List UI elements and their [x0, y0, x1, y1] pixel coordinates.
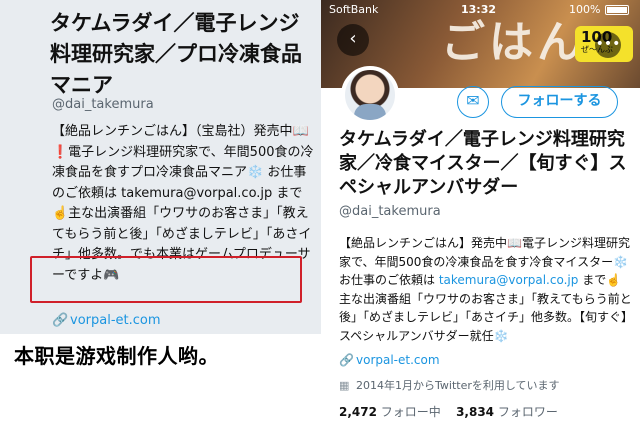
highlight-box — [30, 256, 302, 303]
joined-date: ▦ 2014年1月からTwitterを利用しています — [339, 377, 560, 393]
back-arrow-icon[interactable]: ‹ — [337, 24, 369, 56]
clock: 13:32 — [461, 3, 497, 16]
calendar-icon: ▦ — [339, 379, 350, 392]
follow-button[interactable]: フォローする — [501, 86, 618, 118]
battery-percent: 100% — [569, 3, 601, 16]
followers-label: フォロワー — [497, 405, 558, 419]
following-label: フォロー中 — [380, 405, 441, 419]
profile-link[interactable]: 🔗 vorpal-et.com — [339, 353, 440, 367]
profile-link-text[interactable]: vorpal-et.com — [70, 313, 161, 328]
profile-name: タケムラダイ／電子レンジ料理研究家／プロ冷凍食品マニア — [50, 11, 302, 97]
profile-handle[interactable]: @dai_takemura — [339, 204, 441, 219]
follow-stats: 2,472 フォロー中 3,834 フォロワー — [339, 403, 558, 420]
caption-text: 本职是游戏制作人哟。 — [14, 344, 219, 368]
more-dots-icon[interactable]: ••• — [595, 32, 621, 58]
profile-link-text[interactable]: vorpal-et.com — [356, 353, 440, 367]
status-bar: SoftBank 13:32 100% — [321, 0, 640, 20]
bio-email-link[interactable]: takemura@vorpal.co.jp — [439, 273, 579, 287]
followers-stat[interactable]: 3,834 フォロワー — [456, 405, 558, 419]
carrier-label: SoftBank — [329, 3, 379, 16]
link-icon: 🔗 — [339, 353, 354, 367]
followers-count: 3,834 — [456, 405, 495, 419]
profile-link[interactable]: 🔗 vorpal-et.com — [52, 313, 161, 328]
following-count: 2,472 — [339, 405, 377, 419]
profile-bio: 【絶品レンチンごはん】発売中📖電子レンジ料理研究家で、年間500食の冷凍食品を食… — [339, 234, 633, 346]
avatar[interactable] — [341, 66, 399, 124]
mail-icon[interactable]: ✉ — [457, 86, 489, 118]
left-profile-card: タケムラダイ／電子レンジ料理研究家／プロ冷凍食品マニア @dai_takemur… — [0, 0, 321, 334]
joined-text: 2014年1月からTwitterを利用しています — [356, 379, 560, 392]
following-stat[interactable]: 2,472 フォロー中 — [339, 405, 441, 419]
link-icon: 🔗 — [52, 313, 69, 328]
left-screenshot-panel: タケムラダイ／電子レンジ料理研究家／プロ冷凍食品マニア @dai_takemur… — [0, 0, 321, 426]
profile-handle[interactable]: @dai_takemura — [52, 97, 154, 112]
avatar-shirt — [354, 104, 386, 120]
profile-name: タケムラダイ／電子レンジ料理研究家／冷食マイスター／【旬すぐ】スペシャルアンバサ… — [339, 129, 627, 198]
battery-icon — [605, 5, 629, 15]
right-screenshot-panel: ごはん SoftBank 13:32 100% ‹ 100ぜ〜んぶ ••• ✉ … — [321, 0, 640, 426]
